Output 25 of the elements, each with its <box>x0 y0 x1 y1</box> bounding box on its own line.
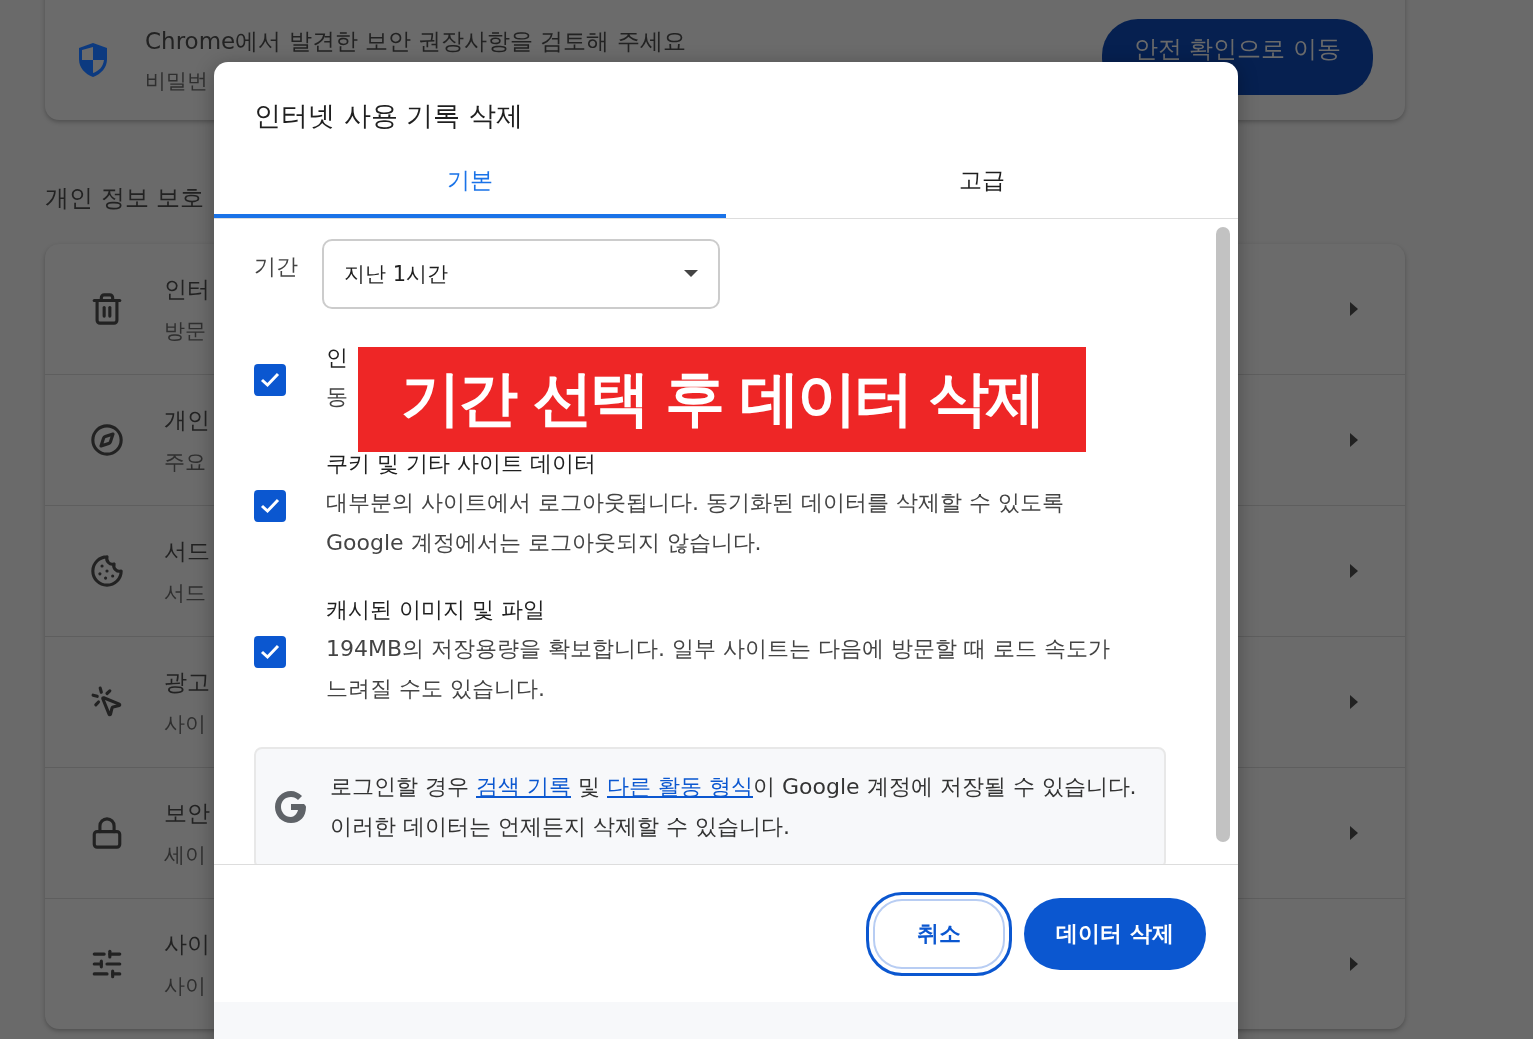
option-title: 인 <box>326 344 348 372</box>
option-description: 대부분의 사이트에서 로그아웃됩니다. 동기화된 데이터를 삭제할 수 있도록 Google 계정에서는 로그아웃되지 않습니다. <box>326 489 1065 557</box>
row-subtitle: 세이 <box>164 841 206 869</box>
section-heading: 개인 정보 보호 <box>45 183 205 214</box>
option-title: 캐시된 이미지 및 파일 <box>326 596 545 624</box>
row-title: 인터 <box>164 274 210 304</box>
row-title: 개인 <box>164 405 210 435</box>
annotation-banner: 기간 선택 후 데이터 삭제 <box>358 347 1086 452</box>
row-title: 서드 <box>164 536 210 566</box>
row-subtitle: 사이 <box>164 710 206 738</box>
row-subtitle: 주요 <box>164 448 206 476</box>
card-title: Chrome에서 발견한 보안 권장사항을 검토해 주세요 <box>145 26 687 56</box>
period-label: 기간 <box>254 253 298 281</box>
row-subtitle: 사이 <box>164 972 206 1000</box>
notice-text: 로그인할 경우 검색 기록 및 다른 활동 형식 이 Google 계정에 저장될 수 있습니다. 이러한 데이터는 언제든지 삭제할 수 있습니다. <box>330 773 1138 841</box>
card-subtitle: 비밀번 <box>145 67 209 95</box>
option-description: 동 <box>326 383 348 411</box>
row-title: 보안 <box>164 798 210 828</box>
row-title: 광고 <box>164 667 210 697</box>
option-description: 194MB의 저장용량을 확보합니다. 일부 사이트는 다음에 방문할 때 로드 속도가 느려질 수도 있습니다. <box>326 635 1111 703</box>
option-title: 쿠키 및 기타 사이트 데이터 <box>326 450 596 478</box>
dialog-title: 인터넷 사용 기록 삭제 <box>254 99 523 133</box>
row-subtitle: 서드 <box>164 579 206 607</box>
row-subtitle: 방문 <box>164 317 206 345</box>
row-title: 사이 <box>164 929 210 959</box>
